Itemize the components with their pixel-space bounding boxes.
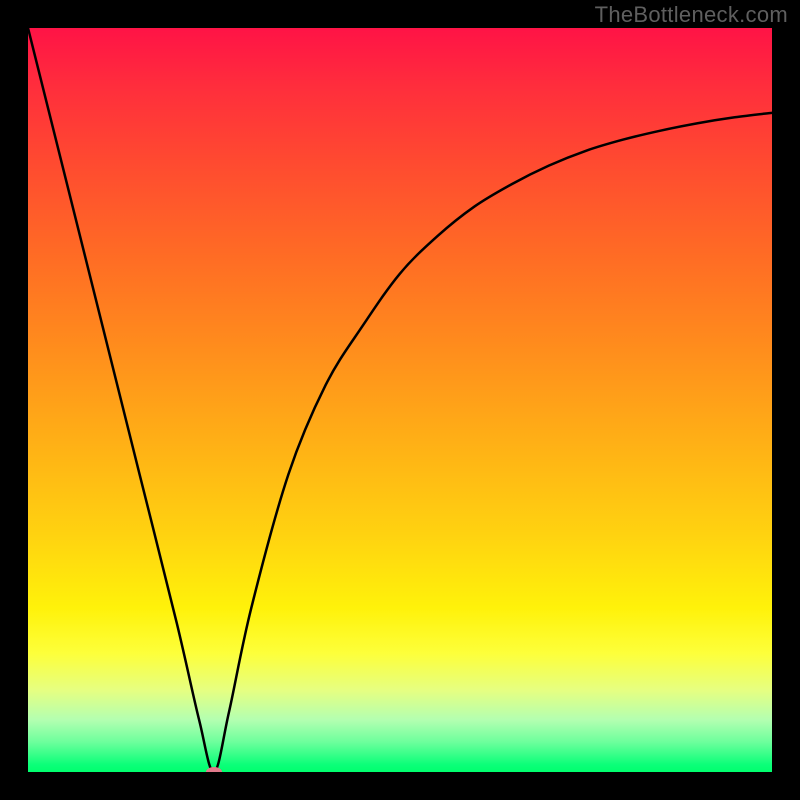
watermark-text: TheBottleneck.com (595, 2, 788, 28)
plot-area (28, 28, 772, 772)
chart-frame: TheBottleneck.com (0, 0, 800, 800)
minimum-marker (206, 767, 222, 772)
bottleneck-curve (28, 28, 772, 772)
curve-path (28, 28, 772, 772)
